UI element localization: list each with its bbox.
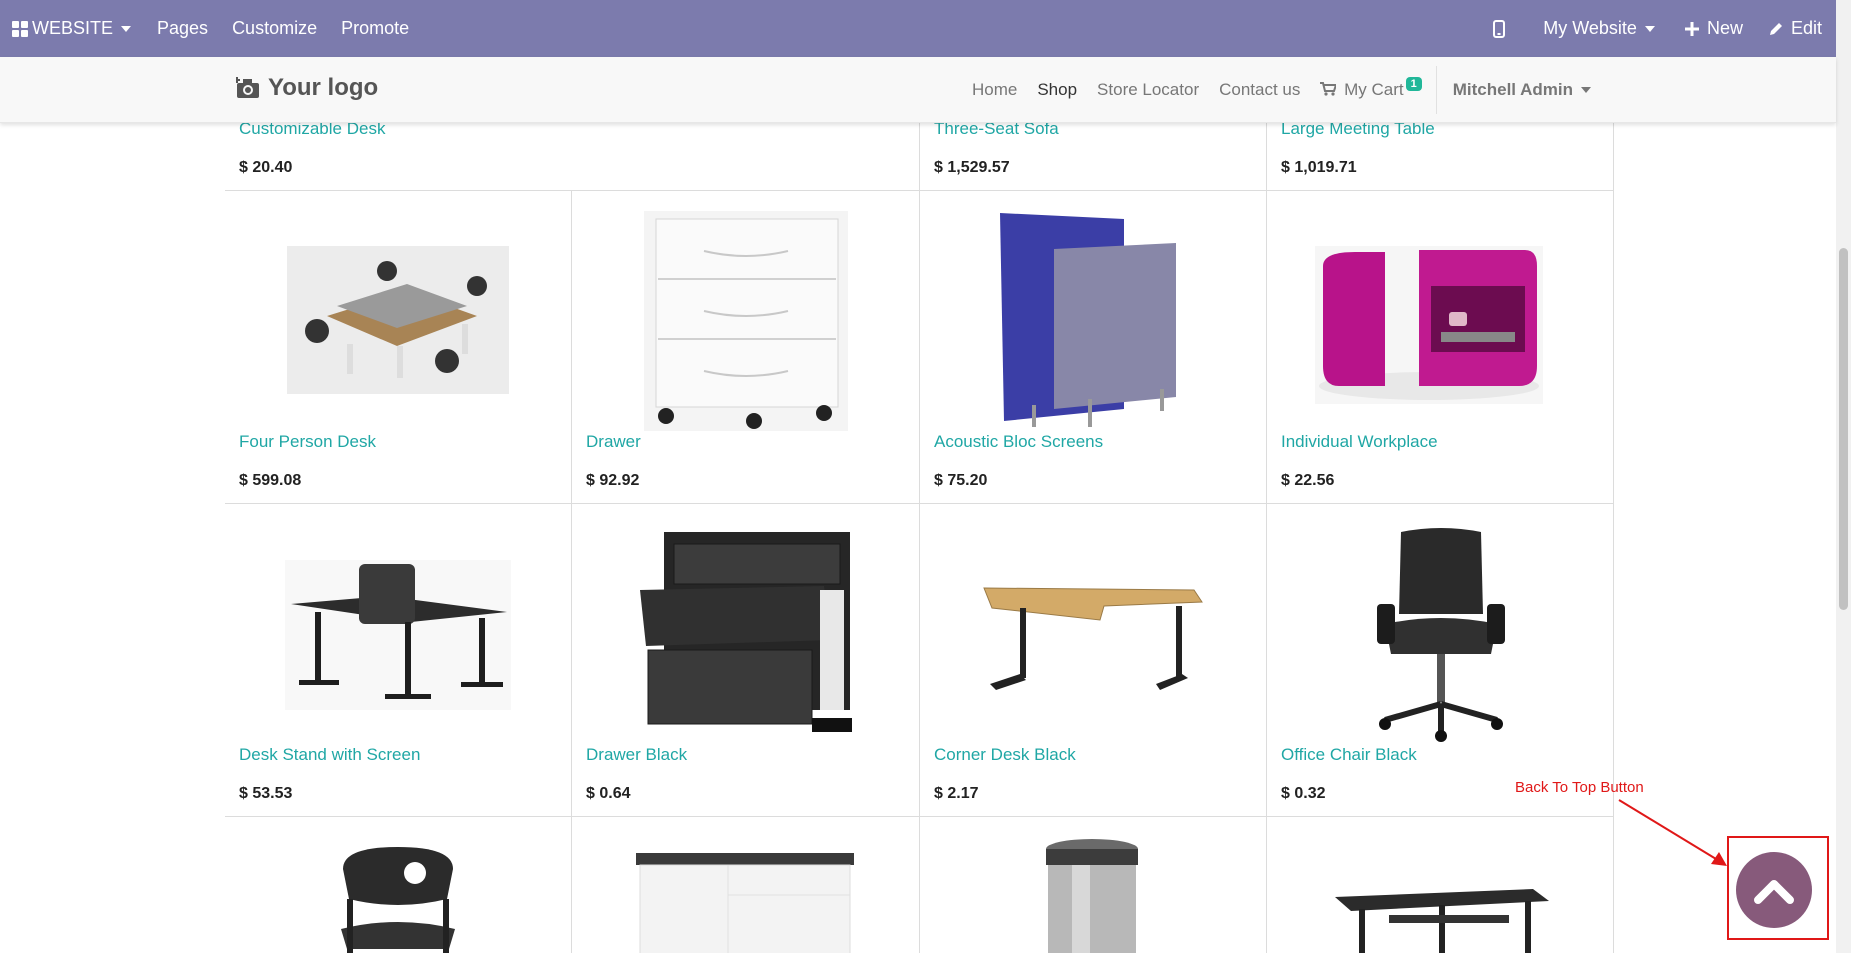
four-person-desk-image <box>287 246 509 394</box>
product-card-row4-4[interactable] <box>1267 817 1614 953</box>
chevron-up-icon <box>1754 880 1794 904</box>
new-button-label: New <box>1706 18 1743 38</box>
product-name[interactable]: Individual Workplace <box>1281 432 1438 452</box>
product-price: $ 20.40 <box>239 159 293 176</box>
app-root: Customizable Desk $ 20.40 Three-Seat Sof… <box>0 0 1851 953</box>
product-name[interactable]: Acoustic Bloc Screens <box>934 432 1103 452</box>
product-card-four-person-desk[interactable]: Four Person Desk $ 599.08 <box>225 191 572 504</box>
product-card-drawer[interactable]: Drawer $ 92.92 <box>572 191 920 504</box>
product-image[interactable] <box>634 528 856 742</box>
product-name[interactable]: Desk Stand with Screen <box>239 745 420 765</box>
pages-menu[interactable]: Pages <box>143 0 220 57</box>
product-card-desk-stand-with-screen[interactable]: Desk Stand with Screen $ 53.53 <box>225 504 572 817</box>
product-card-row4-1[interactable] <box>225 817 572 953</box>
product-price: $ 53.53 <box>239 785 293 802</box>
product-name[interactable]: Drawer Black <box>586 745 687 765</box>
shopping-cart-icon <box>1320 82 1338 96</box>
nav-shop[interactable]: Shop <box>1027 80 1087 100</box>
individual-workplace-image <box>1315 246 1543 404</box>
product-image[interactable] <box>980 568 1206 698</box>
product-card-drawer-black[interactable]: Drawer Black $ 0.64 <box>572 504 920 817</box>
product-image[interactable] <box>644 211 848 431</box>
caret-down-icon <box>1644 25 1655 32</box>
product-image[interactable] <box>1371 524 1511 744</box>
nav-store-locator[interactable]: Store Locator <box>1087 80 1209 100</box>
scrollbar-thumb[interactable] <box>1839 248 1848 610</box>
drawer-black-image <box>634 528 856 742</box>
product-name[interactable]: Office Chair Black <box>1281 745 1417 765</box>
customize-menu[interactable]: Customize <box>220 0 329 57</box>
annotation-label: Back To Top Button <box>1515 779 1644 796</box>
main-nav: Home Shop Store Locator Contact us My Ca… <box>962 57 1603 123</box>
product-image[interactable] <box>285 560 511 710</box>
nav-my-cart[interactable]: My Cart 1 <box>1310 77 1431 100</box>
nav-home[interactable]: Home <box>962 80 1027 100</box>
product-image[interactable] <box>632 853 858 953</box>
product-name[interactable]: Four Person Desk <box>239 432 376 452</box>
edit-button[interactable]: Edit <box>1757 0 1836 57</box>
black-desk-image <box>1335 889 1549 953</box>
office-chair-black-image <box>1371 524 1511 744</box>
product-price: $ 1,019.71 <box>1281 159 1357 176</box>
product-image[interactable] <box>1329 879 1553 953</box>
product-price: $ 92.92 <box>586 472 640 489</box>
nav-divider <box>1435 66 1437 114</box>
back-to-top-button[interactable] <box>1736 852 1812 928</box>
new-button[interactable]: New <box>1671 0 1757 57</box>
apps-menu-label: WEBSITE <box>32 18 114 38</box>
product-name[interactable]: Corner Desk Black <box>934 745 1076 765</box>
logo-text: Your logo <box>268 74 379 101</box>
desk-stand-screen-image <box>285 560 511 710</box>
user-name: Mitchell Admin <box>1452 80 1573 99</box>
product-image[interactable] <box>1032 837 1152 953</box>
product-price: $ 75.20 <box>934 472 988 489</box>
acoustic-screens-image <box>992 209 1196 431</box>
edit-button-label: Edit <box>1790 18 1822 38</box>
site-navbar: Your logo Home Shop Store Locator Contac… <box>0 57 1836 123</box>
trash-bin-image <box>1046 839 1138 953</box>
user-menu[interactable]: Mitchell Admin <box>1441 80 1603 100</box>
corner-desk-black-image <box>980 568 1206 698</box>
mobile-phone-icon <box>1493 19 1506 38</box>
caret-down-icon <box>1581 87 1591 93</box>
product-price: $ 0.32 <box>1281 785 1326 802</box>
product-price: $ 2.17 <box>934 785 979 802</box>
product-image[interactable] <box>992 209 1196 431</box>
drawer-image <box>644 211 848 431</box>
camera-icon <box>236 77 259 98</box>
apps-grid-icon <box>12 20 28 37</box>
product-card-individual-workplace[interactable]: Individual Workplace $ 22.56 <box>1267 191 1614 504</box>
website-switcher[interactable]: My Website <box>1527 0 1671 57</box>
stacking-chair-image <box>341 847 455 953</box>
caret-down-icon <box>121 25 132 32</box>
product-price: $ 0.64 <box>586 785 631 802</box>
cart-count-badge: 1 <box>1405 77 1422 91</box>
site-logo[interactable]: Your logo <box>236 74 378 102</box>
apps-menu[interactable]: WEBSITE <box>0 0 143 57</box>
product-card-acoustic-bloc-screens[interactable]: Acoustic Bloc Screens $ 75.20 <box>920 191 1267 504</box>
page-scrollbar[interactable] <box>1836 0 1851 953</box>
product-price: $ 22.56 <box>1281 472 1335 489</box>
product-card-row4-2[interactable] <box>572 817 920 953</box>
annotation-arrow <box>1618 799 1727 866</box>
admin-bar: WEBSITE Pages Customize Promote My Websi… <box>0 0 1836 57</box>
cabinet-white-image <box>636 853 854 953</box>
nav-contact-us[interactable]: Contact us <box>1209 80 1310 100</box>
product-image[interactable] <box>1315 246 1543 404</box>
pencil-icon <box>1769 22 1782 35</box>
product-image[interactable] <box>323 839 473 953</box>
mobile-preview-button[interactable] <box>1471 0 1527 57</box>
product-price: $ 1,529.57 <box>934 159 1010 176</box>
plus-icon <box>1684 21 1699 36</box>
product-card-row4-3[interactable] <box>920 817 1267 953</box>
website-switcher-label: My Website <box>1543 18 1637 38</box>
product-price: $ 599.08 <box>239 472 302 489</box>
product-name[interactable]: Drawer <box>586 432 641 452</box>
product-card-corner-desk-black[interactable]: Corner Desk Black $ 2.17 <box>920 504 1267 817</box>
product-image[interactable] <box>287 246 509 394</box>
product-card-office-chair-black[interactable]: Office Chair Black $ 0.32 <box>1267 504 1614 817</box>
cart-label: My Cart <box>1344 80 1404 99</box>
promote-menu[interactable]: Promote <box>329 0 421 57</box>
